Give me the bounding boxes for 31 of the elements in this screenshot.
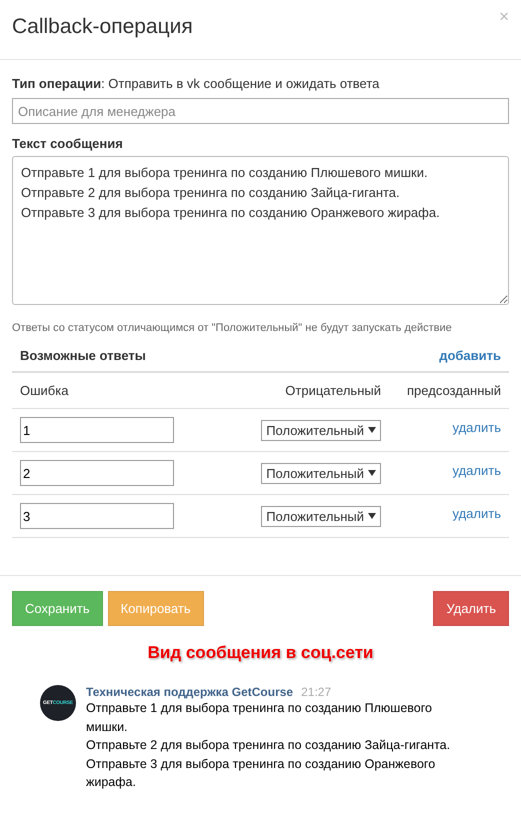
answer-field[interactable]: 2 [20,460,174,486]
sender-name: Техническая поддержка GetCourse [86,685,294,699]
add-link[interactable]: добавить [439,348,501,363]
delete-link[interactable]: удалить [452,506,501,520]
status-dropdown[interactable]: Положительный [261,420,381,440]
hint-text: Ответы со статусом отличающимся от "Положительный" не будут запускать действие [12,322,453,334]
operation-type-text: Тип операции: Отправить в vk сообщение и ожидать ответа [12,76,380,91]
save-button[interactable]: Сохранить [12,591,103,626]
status-dropdown[interactable]: Положительный [261,462,381,484]
column-header: Ошибка [20,383,68,398]
answer-field[interactable]: 3 [20,503,174,529]
modal-title: Callback-операция [12,14,193,38]
message-field[interactable]: Отправьте 1 для выбора тренинга по созданию Плюшевого мишки. Отправьте 2 для выбора тренинга по созданию Зайца-гиганта. Отправьте 3 для выбора тренинга по созданию Оранжевого жирафа. [12,156,509,305]
column-header: Отрицательный [285,383,381,398]
answers-title: Возможные ответы [20,348,146,363]
caret-icon [368,513,376,519]
column-header: предсозданный [407,383,501,398]
preview-caption: Вид сообщения в соц.сети [146,643,374,663]
message-text: Отправьте 2 для выбора тренинга по созданию Зайца-гиганта. [86,737,452,754]
message-label: Текст сообщения [12,136,124,151]
delete-link[interactable]: удалить [452,462,501,478]
message-text: Отправьте 3 для выбора тренинга по созданию Оранжевого жирафа. [86,756,436,791]
answer-field[interactable]: 1 [20,417,174,443]
delete-button[interactable]: Удалить [433,591,509,626]
caret-icon [368,427,376,433]
caret-icon [368,470,376,476]
message-text: Отправьте 1 для выбора тренинга по созданию Плюшевого мишки. [86,700,433,736]
message-time: 21:27 [301,685,332,699]
delete-link[interactable]: удалить [452,420,501,434]
description-field[interactable]: Описание для менеджера [12,98,509,124]
status-dropdown[interactable]: Положительный [261,506,381,526]
